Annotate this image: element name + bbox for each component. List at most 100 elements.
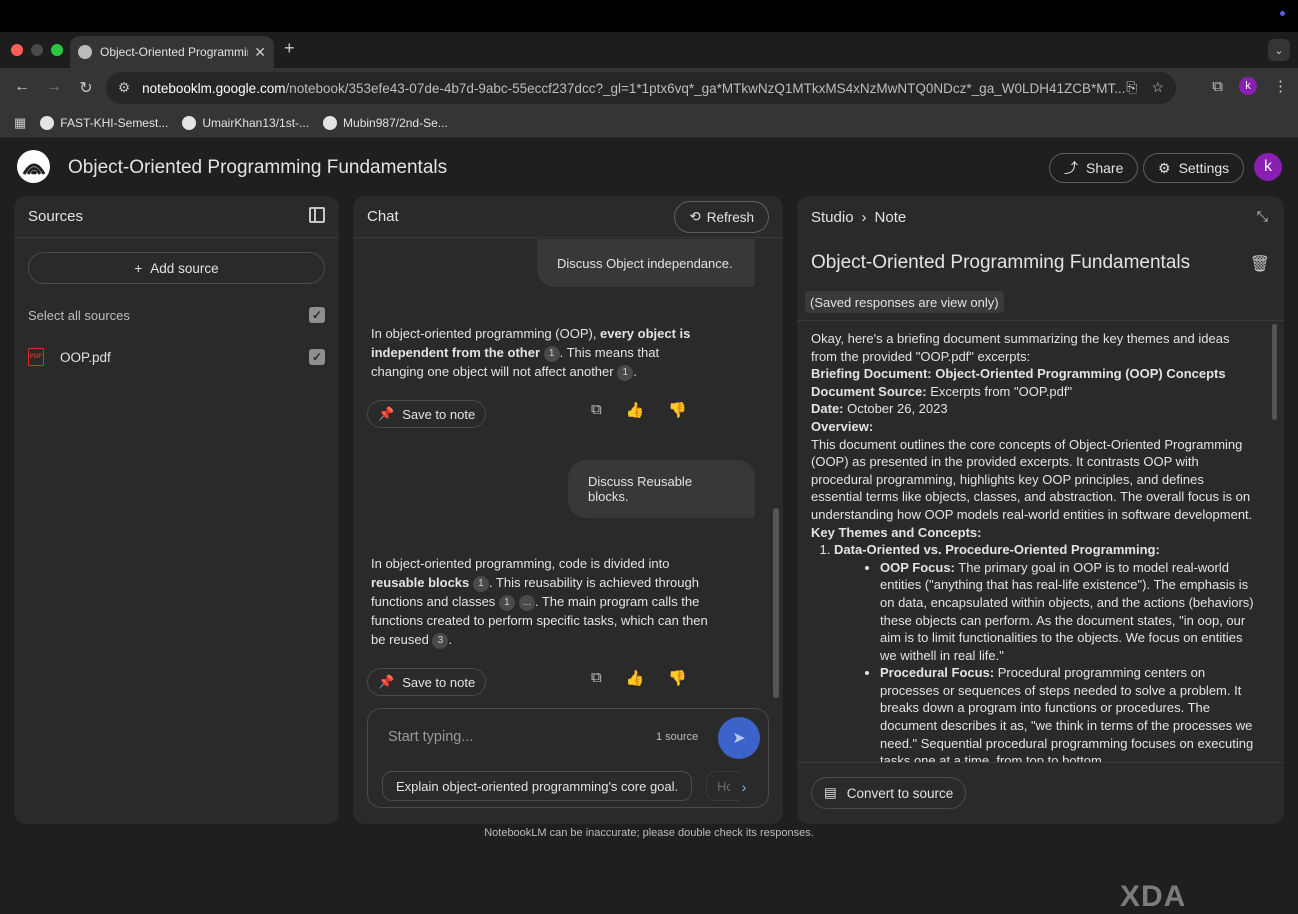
chevron-right-icon: › (861, 208, 867, 226)
system-menubar (0, 0, 1298, 32)
chat-panel: Chat ⟲ Refresh Discuss Object independanc… (353, 196, 783, 824)
studio-panel: Studio › Note ⤡ Object-Oriented Programm… (797, 196, 1284, 824)
chat-header: Chat ⟲ Refresh (353, 196, 783, 238)
pin-icon: 📌 (378, 406, 395, 421)
sources-title: Sources (28, 208, 84, 225)
pin-icon: 📌 (378, 674, 395, 689)
reload-icon[interactable]: ↻ (76, 78, 96, 98)
pdf-icon: PDF (28, 348, 44, 366)
plus-icon: + (134, 260, 143, 276)
settings-button[interactable]: ⚙ Settings (1143, 153, 1245, 183)
share-icon: ⤴ (1064, 160, 1078, 176)
convert-to-source-button[interactable]: ▤ Convert to source (811, 777, 967, 809)
status-dot (1280, 11, 1285, 16)
bookmark-item[interactable]: FAST-KHI-Semest... (40, 115, 168, 130)
app-header: Object-Oriented Programming Fundamentals… (0, 138, 1298, 196)
source-checkbox[interactable]: ✓ (309, 349, 325, 365)
thumbs-down-icon[interactable]: 👎 (668, 401, 687, 419)
citation-badge[interactable]: 1 (543, 345, 560, 362)
copy-icon[interactable]: ⧉ (591, 401, 602, 419)
xda-watermark: XDA (1120, 880, 1187, 913)
note-content: Okay, here's a briefing document summari… (811, 330, 1257, 762)
refresh-icon: ⟲ (689, 209, 701, 224)
minimize-window-button[interactable] (31, 44, 43, 56)
notebooklm-logo-icon[interactable] (17, 150, 50, 183)
citation-badge[interactable]: 1 (498, 594, 515, 611)
bookmark-item[interactable]: Mubin987/2nd-Se... (323, 115, 448, 130)
copy-icon[interactable]: ⧉ (591, 669, 602, 687)
window-controls (11, 44, 63, 56)
close-tab-icon[interactable]: ✕ (254, 44, 266, 61)
select-all-checkbox[interactable]: ✓ (309, 307, 325, 323)
back-icon[interactable]: ← (12, 78, 32, 98)
refresh-button[interactable]: ⟲ Refresh (674, 201, 769, 233)
citation-badge[interactable]: 1 (472, 575, 489, 592)
install-app-icon[interactable]: ⎘ (1126, 79, 1137, 96)
citation-badge[interactable]: 3 (432, 632, 449, 649)
thumbs-down-icon[interactable]: 👎 (668, 669, 687, 687)
select-all-row[interactable]: Select all sources ✓ (14, 304, 339, 326)
address-bar[interactable]: ⚙ notebooklm.google.com/notebook/353efe4… (106, 72, 1176, 104)
thumbs-up-icon[interactable]: 👍 (626, 669, 645, 687)
site-info-icon[interactable]: ⚙ (118, 80, 130, 96)
forward-icon[interactable]: → (44, 78, 64, 98)
assistant-message: In object-oriented programming (OOP), ev… (371, 326, 691, 381)
note-scrollbar[interactable] (1272, 324, 1277, 420)
sources-header: Sources (14, 196, 339, 238)
browser-tab[interactable]: Object-Oriented Programming Fundamentals… (70, 36, 274, 68)
divider (797, 320, 1284, 321)
trash-icon[interactable]: 🗑 (1250, 254, 1270, 274)
suggestion-chip[interactable]: Explain object-oriented programming's co… (382, 771, 693, 801)
chevron-right-icon[interactable]: › (730, 773, 758, 801)
bookmark-star-icon[interactable]: ☆ (1151, 79, 1164, 96)
chat-composer: Start typing... 1 source ➤ Explain objec… (367, 708, 769, 808)
disclaimer: NotebookLM can be inaccurate; please dou… (484, 827, 814, 839)
citation-badge[interactable]: ... (518, 594, 535, 611)
studio-header: Studio › Note ⤡ (797, 196, 1284, 238)
chat-scrollbar[interactable] (773, 508, 779, 698)
send-icon[interactable]: ➤ (718, 717, 760, 759)
user-message: Discuss Reusable blocks. (568, 460, 755, 518)
tab-search-button[interactable]: ⌄ (1268, 39, 1290, 61)
view-only-badge: (Saved responses are view only) (805, 291, 1004, 313)
toolbar: ← → ↻ ⚙ notebooklm.google.com/notebook/3… (0, 68, 1298, 108)
apps-grid-icon[interactable]: ▦ (14, 115, 26, 131)
source-item[interactable]: PDF OOP.pdf ✓ (14, 346, 339, 368)
browser-menu-icon[interactable]: ⋮ (1273, 77, 1288, 95)
sources-panel: Sources + Add source Select all sources ✓… (14, 196, 339, 824)
github-icon (40, 115, 55, 130)
save-to-note-button[interactable]: 📌 Save to note (367, 668, 487, 696)
notebooklm-favicon (78, 45, 92, 59)
source-count: 1 source (656, 731, 699, 743)
close-window-button[interactable] (11, 44, 23, 56)
document-icon: ▤ (824, 785, 837, 800)
chat-title: Chat (367, 208, 399, 225)
citation-badge[interactable]: 1 (617, 364, 634, 381)
url-path: /notebook/353efe43-07de-4b7d-9abc-55eccf… (285, 80, 1126, 96)
new-tab-button[interactable]: + (284, 38, 295, 59)
user-avatar[interactable]: k (1254, 153, 1282, 181)
collapse-panel-icon[interactable] (309, 207, 325, 223)
collapse-icon[interactable]: ⤡ (1257, 208, 1268, 225)
profile-avatar[interactable]: k (1239, 77, 1257, 95)
notebooklm-app: Object-Oriented Programming Fundamentals… (0, 138, 1298, 913)
tab-title: Object-Oriented Programming Fundamentals (100, 45, 248, 59)
notebook-title[interactable]: Object-Oriented Programming Fundamentals (68, 157, 447, 179)
share-button[interactable]: ⤴ Share (1049, 153, 1139, 183)
gear-icon: ⚙ (1158, 159, 1171, 176)
source-name: OOP.pdf (60, 349, 111, 365)
url-host: notebooklm.google.com (142, 80, 286, 96)
user-message: Discuss Object independance. (537, 239, 755, 287)
extensions-icon[interactable]: ⧉ (1212, 78, 1223, 95)
github-icon (182, 115, 197, 130)
thumbs-up-icon[interactable]: 👍 (626, 401, 645, 419)
save-to-note-button[interactable]: 📌 Save to note (367, 400, 487, 428)
breadcrumb-studio[interactable]: Studio (811, 209, 854, 226)
breadcrumb-note: Note (874, 208, 907, 226)
github-icon (323, 115, 338, 130)
bookmark-item[interactable]: UmairKhan13/1st-... (182, 115, 309, 130)
maximize-window-button[interactable] (51, 44, 63, 56)
divider (797, 762, 1284, 763)
chat-input[interactable]: Start typing... (388, 729, 473, 745)
add-source-button[interactable]: + Add source (28, 252, 325, 284)
